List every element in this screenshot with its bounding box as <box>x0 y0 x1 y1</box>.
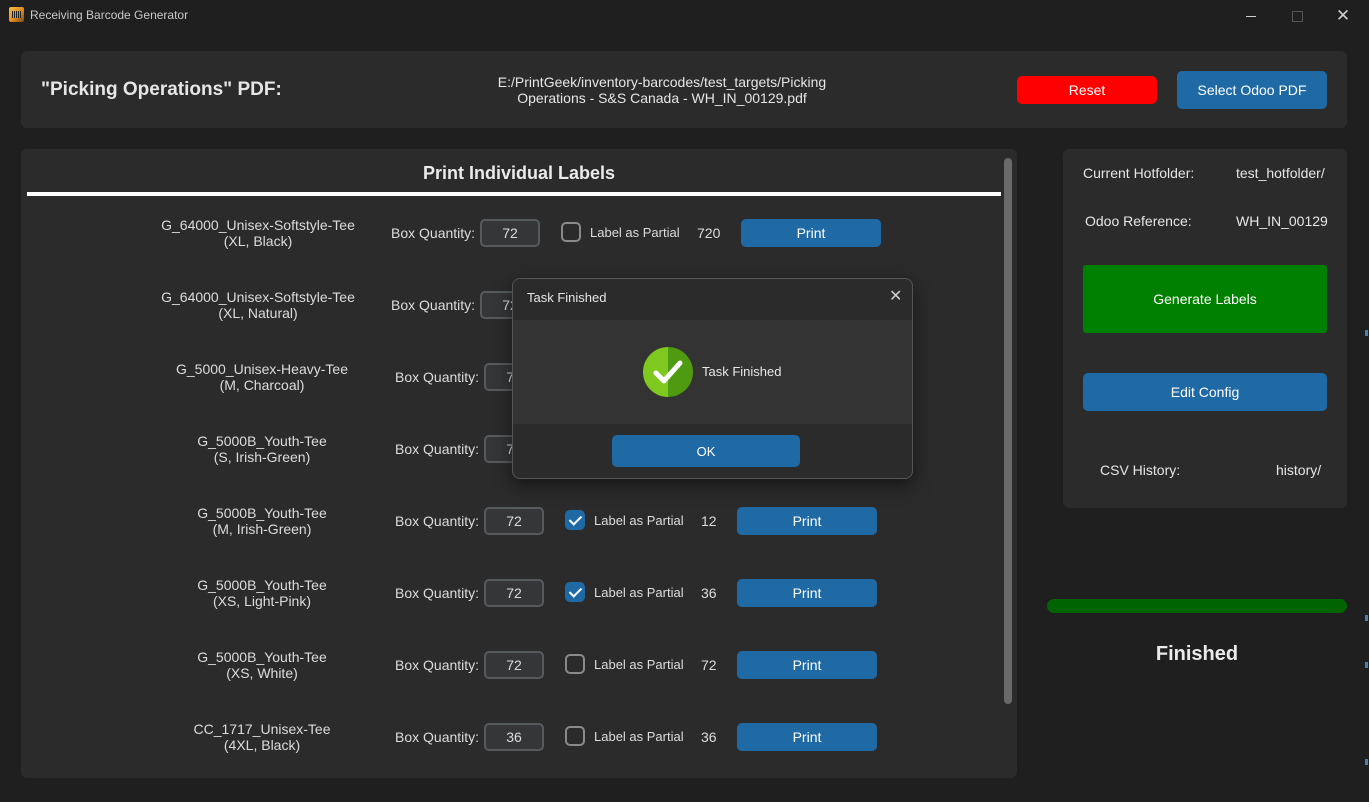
box-quantity-label: Box Quantity: <box>395 513 480 529</box>
label-as-partial-text: Label as Partial <box>594 657 684 672</box>
label-count: 36 <box>701 729 717 745</box>
item-name: G_5000B_Youth-Tee (XS, White) <box>132 649 392 681</box>
box-quantity-label: Box Quantity: <box>395 657 480 673</box>
item-product: CC_1717_Unisex-Tee <box>193 721 331 737</box>
select-odoo-pdf-button[interactable]: Select Odoo PDF <box>1177 71 1327 109</box>
box-quantity-label: Box Quantity: <box>395 369 480 385</box>
item-name: G_5000B_Youth-Tee (XS, Light-Pink) <box>132 577 392 609</box>
task-finished-dialog: Task Finished ✕ Task Finished OK <box>512 278 913 479</box>
hotfolder-value: test_hotfolder/ <box>1236 165 1325 181</box>
box-quantity-input[interactable]: 72 <box>484 651 544 679</box>
edge-marker <box>1365 615 1368 621</box>
box-quantity-input[interactable]: 36 <box>484 723 544 751</box>
window-title: Receiving Barcode Generator <box>30 8 189 22</box>
item-product: G_5000B_Youth-Tee <box>197 505 327 521</box>
title-divider <box>27 192 1001 196</box>
label-count: 72 <box>701 657 717 673</box>
label-as-partial-checkbox[interactable] <box>565 582 585 602</box>
label-as-partial-text: Label as Partial <box>590 225 680 240</box>
status-text: Finished <box>1155 643 1239 665</box>
item-variant: (XS, White) <box>226 665 298 681</box>
progress-fill <box>1047 599 1347 613</box>
box-quantity-input[interactable]: 72 <box>484 507 544 535</box>
label-as-partial-text: Label as Partial <box>594 513 684 528</box>
print-button[interactable]: Print <box>737 507 877 535</box>
label-as-partial-text: Label as Partial <box>594 585 684 600</box>
hotfolder-label: Current Hotfolder: <box>1083 165 1195 181</box>
item-variant: (XS, Light-Pink) <box>212 593 312 609</box>
label-count: 12 <box>701 513 717 529</box>
pdf-path: E:/PrintGeek/inventory-barcodes/test_tar… <box>497 74 827 106</box>
dialog-close-button[interactable]: ✕ <box>889 286 902 306</box>
item-name: G_5000B_Youth-Tee (M, Irish-Green) <box>132 505 392 537</box>
dialog-title: Task Finished <box>527 290 607 305</box>
item-variant: (4XL, Black) <box>223 737 301 753</box>
progress-bar <box>1047 599 1347 613</box>
minimize-button[interactable] <box>1228 0 1274 32</box>
box-quantity-label: Box Quantity: <box>391 225 476 241</box>
odoo-reference-label: Odoo Reference: <box>1085 213 1192 229</box>
box-quantity-input[interactable]: 72 <box>484 579 544 607</box>
edge-marker <box>1365 759 1368 765</box>
dialog-body: Task Finished <box>513 320 912 424</box>
minimize-icon <box>1246 15 1256 17</box>
ok-button[interactable]: OK <box>612 435 800 467</box>
odoo-reference-value: WH_IN_00129 <box>1236 213 1328 229</box>
box-quantity-label: Box Quantity: <box>395 729 480 745</box>
label-as-partial-checkbox[interactable] <box>565 510 585 530</box>
item-product: G_5000B_Youth-Tee <box>197 577 327 593</box>
item-product: G_5000_Unisex-Heavy-Tee <box>176 361 348 377</box>
check-circle-icon <box>643 347 693 397</box>
label-as-partial-text: Label as Partial <box>594 729 684 744</box>
item-name: G_5000_Unisex-Heavy-Tee (M, Charcoal) <box>132 361 392 393</box>
box-quantity-input[interactable]: 72 <box>480 219 540 247</box>
item-variant: (XL, Natural) <box>218 305 298 321</box>
item-product: G_5000B_Youth-Tee <box>197 433 327 449</box>
print-button[interactable]: Print <box>737 651 877 679</box>
label-as-partial-checkbox[interactable] <box>565 726 585 746</box>
item-product: G_5000B_Youth-Tee <box>197 649 327 665</box>
item-name: G_64000_Unisex-Softstyle-Tee (XL, Natura… <box>128 289 388 321</box>
item-variant: (M, Charcoal) <box>219 377 305 393</box>
print-button[interactable]: Print <box>741 219 881 247</box>
reset-button[interactable]: Reset <box>1017 76 1157 104</box>
print-button[interactable]: Print <box>737 579 877 607</box>
label-as-partial-checkbox[interactable] <box>565 654 585 674</box>
title-bar: Receiving Barcode Generator ✕ <box>0 0 1369 32</box>
edge-marker <box>1365 330 1368 336</box>
item-name: CC_1717_Unisex-Tee (4XL, Black) <box>132 721 392 753</box>
box-quantity-label: Box Quantity: <box>395 585 480 601</box>
pdf-label: "Picking Operations" PDF: <box>41 79 282 100</box>
label-as-partial-checkbox[interactable] <box>561 222 581 242</box>
edge-marker <box>1365 662 1368 668</box>
generate-labels-button[interactable]: Generate Labels <box>1083 265 1327 333</box>
item-variant: (M, Irish-Green) <box>212 521 312 537</box>
dialog-message: Task Finished <box>702 364 782 379</box>
maximize-icon <box>1291 10 1303 22</box>
csv-history-label: CSV History: <box>1100 462 1181 478</box>
label-count: 720 <box>697 225 721 241</box>
labels-panel-title: Print Individual Labels <box>422 163 616 183</box>
item-name: G_5000B_Youth-Tee (S, Irish-Green) <box>132 433 392 465</box>
close-window-button[interactable]: ✕ <box>1320 0 1366 32</box>
item-variant: (XL, Black) <box>223 233 293 249</box>
label-count: 36 <box>701 585 717 601</box>
maximize-button[interactable] <box>1274 0 1320 32</box>
item-variant: (S, Irish-Green) <box>213 449 311 465</box>
app-icon <box>9 7 24 22</box>
box-quantity-label: Box Quantity: <box>395 441 480 457</box>
box-quantity-label: Box Quantity: <box>391 297 476 313</box>
labels-scrollbar[interactable] <box>1004 158 1012 704</box>
item-product: G_64000_Unisex-Softstyle-Tee <box>161 217 355 233</box>
item-name: G_64000_Unisex-Softstyle-Tee (XL, Black) <box>128 217 388 249</box>
csv-history-value: history/ <box>1276 462 1322 478</box>
item-product: G_64000_Unisex-Softstyle-Tee <box>161 289 355 305</box>
print-button[interactable]: Print <box>737 723 877 751</box>
edit-config-button[interactable]: Edit Config <box>1083 373 1327 411</box>
